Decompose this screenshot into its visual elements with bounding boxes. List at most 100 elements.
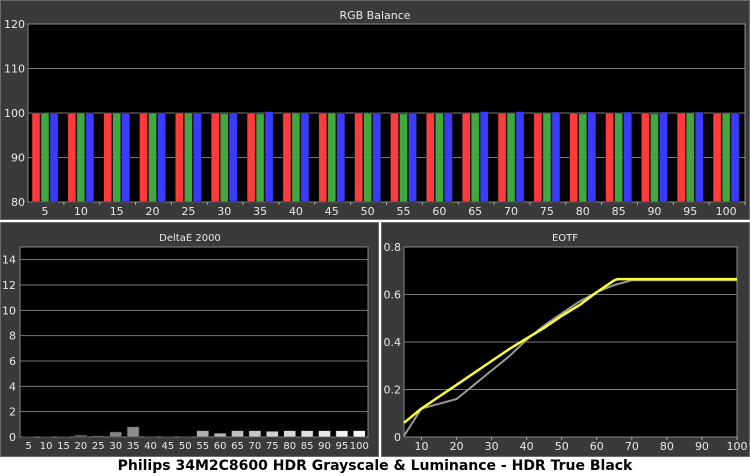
x-tick-label: 10 xyxy=(74,205,88,218)
red-bar xyxy=(246,112,256,203)
chart-title: DeltaE 2000 xyxy=(159,233,221,244)
red-bar xyxy=(426,112,435,203)
deltae-bar xyxy=(335,430,349,438)
blue-bar xyxy=(264,111,274,203)
y-tick-label: 14 xyxy=(2,254,16,267)
deltae-bar xyxy=(196,430,209,438)
x-tick-label: 40 xyxy=(520,440,534,453)
chart-title: EOTF xyxy=(552,233,578,244)
red-bar xyxy=(390,112,399,203)
deltae-chart: DeltaE 2000 0 2 4 6 8 10 12 14 5 10 15 20 25 30 35 40 45 5… xyxy=(2,233,369,452)
y-tick-label: 0.6 xyxy=(384,289,402,302)
y-tick-label: 120 xyxy=(4,18,25,31)
red-bar xyxy=(282,112,292,203)
green-bar xyxy=(470,112,480,203)
green-bar xyxy=(40,112,50,203)
red-bar xyxy=(211,112,220,203)
blue-bar xyxy=(444,112,453,203)
eotf-chart: EOTF 0 0.2 0.4 0.6 0.8 10 20 30 40 50 60 70 80 90 100 xyxy=(384,233,748,453)
x-tick-label: 40 xyxy=(289,205,303,218)
x-tick-label: 35 xyxy=(253,205,267,218)
deltae-bar xyxy=(213,432,227,438)
y-tick-label: 100 xyxy=(4,107,25,120)
x-tick-label: 85 xyxy=(301,441,314,452)
green-bar xyxy=(76,112,86,203)
x-tick-label: 95 xyxy=(683,205,697,218)
x-tick-label: 75 xyxy=(540,205,554,218)
green-bar xyxy=(614,112,623,203)
blue-bar xyxy=(515,111,525,203)
blue-bar xyxy=(121,112,130,203)
deltae-bar xyxy=(353,430,366,438)
x-tick-label: 15 xyxy=(57,441,70,452)
x-tick-label: 90 xyxy=(695,440,709,453)
deltae-bar xyxy=(318,430,331,438)
x-tick-label: 60 xyxy=(432,205,446,218)
x-tick-label: 45 xyxy=(162,441,175,452)
deltae-bar xyxy=(283,430,296,438)
deltae-panel: DeltaE 2000 0 2 4 6 8 10 12 14 5 10 15 20 25 30 35 40 45 5… xyxy=(0,222,379,457)
blue-bar xyxy=(157,112,166,203)
x-tick-label: 5 xyxy=(26,441,32,452)
x-tick-label: 30 xyxy=(109,441,122,452)
deltae-bar xyxy=(300,430,314,438)
green-bar xyxy=(399,113,408,203)
blue-bar xyxy=(551,111,561,203)
rgb-balance-chart: RGB Balance 80 90 100 110 120 5 10 15 20 25 30 35 40 4… xyxy=(4,9,746,218)
x-tick-label: 80 xyxy=(576,205,590,218)
deltae-bar xyxy=(248,430,262,438)
blue-bar xyxy=(730,112,740,203)
x-tick-label: 80 xyxy=(660,440,674,453)
green-bar xyxy=(542,112,552,203)
deltae-bar xyxy=(161,436,175,438)
x-tick-label: 70 xyxy=(249,441,262,452)
red-bar xyxy=(139,112,148,203)
x-tick-label: 5 xyxy=(42,205,49,218)
red-bar xyxy=(605,112,614,203)
x-tick-label: 20 xyxy=(450,440,464,453)
green-bar xyxy=(220,113,229,203)
x-tick-label: 70 xyxy=(504,205,518,218)
x-tick-label: 30 xyxy=(217,205,231,218)
deltae-bar xyxy=(144,436,157,438)
x-tick-label: 100 xyxy=(716,205,737,218)
green-bar xyxy=(255,113,265,203)
red-bar xyxy=(67,112,77,203)
green-bar xyxy=(721,112,731,203)
x-tick-label: 35 xyxy=(127,441,140,452)
x-tick-label: 25 xyxy=(181,205,195,218)
x-tick-label: 100 xyxy=(350,441,369,452)
blue-bar xyxy=(193,112,202,203)
y-tick-label: 10 xyxy=(2,304,16,317)
y-tick-label: 80 xyxy=(11,196,25,209)
blue-bar xyxy=(408,112,417,203)
x-tick-label: 55 xyxy=(196,441,209,452)
y-tick-label: 6 xyxy=(9,355,16,368)
blue-bar xyxy=(623,111,632,203)
red-bar xyxy=(497,112,507,203)
x-tick-label: 85 xyxy=(612,205,626,218)
green-bar xyxy=(578,113,587,203)
blue-bar xyxy=(695,111,704,203)
red-bar xyxy=(103,112,112,203)
x-tick-label: 10 xyxy=(40,441,53,452)
blue-bar xyxy=(85,112,95,203)
blue-bar xyxy=(479,111,489,203)
x-tick-label: 80 xyxy=(283,441,296,452)
green-bar xyxy=(327,112,337,203)
deltae-bar xyxy=(231,430,244,438)
deltae-bar xyxy=(57,436,70,438)
y-tick-label: 90 xyxy=(11,152,25,165)
y-tick-label: 0 xyxy=(394,431,401,444)
y-tick-label: 110 xyxy=(4,63,25,76)
x-tick-label: 25 xyxy=(92,441,105,452)
blue-bar xyxy=(587,111,596,203)
green-bar xyxy=(148,112,157,203)
deltae-bar xyxy=(266,431,279,438)
red-bar xyxy=(677,112,686,203)
x-tick-label: 55 xyxy=(397,205,411,218)
x-tick-label: 100 xyxy=(727,440,748,453)
green-bar xyxy=(650,113,659,203)
x-tick-label: 95 xyxy=(336,441,349,452)
x-tick-label: 50 xyxy=(555,440,569,453)
